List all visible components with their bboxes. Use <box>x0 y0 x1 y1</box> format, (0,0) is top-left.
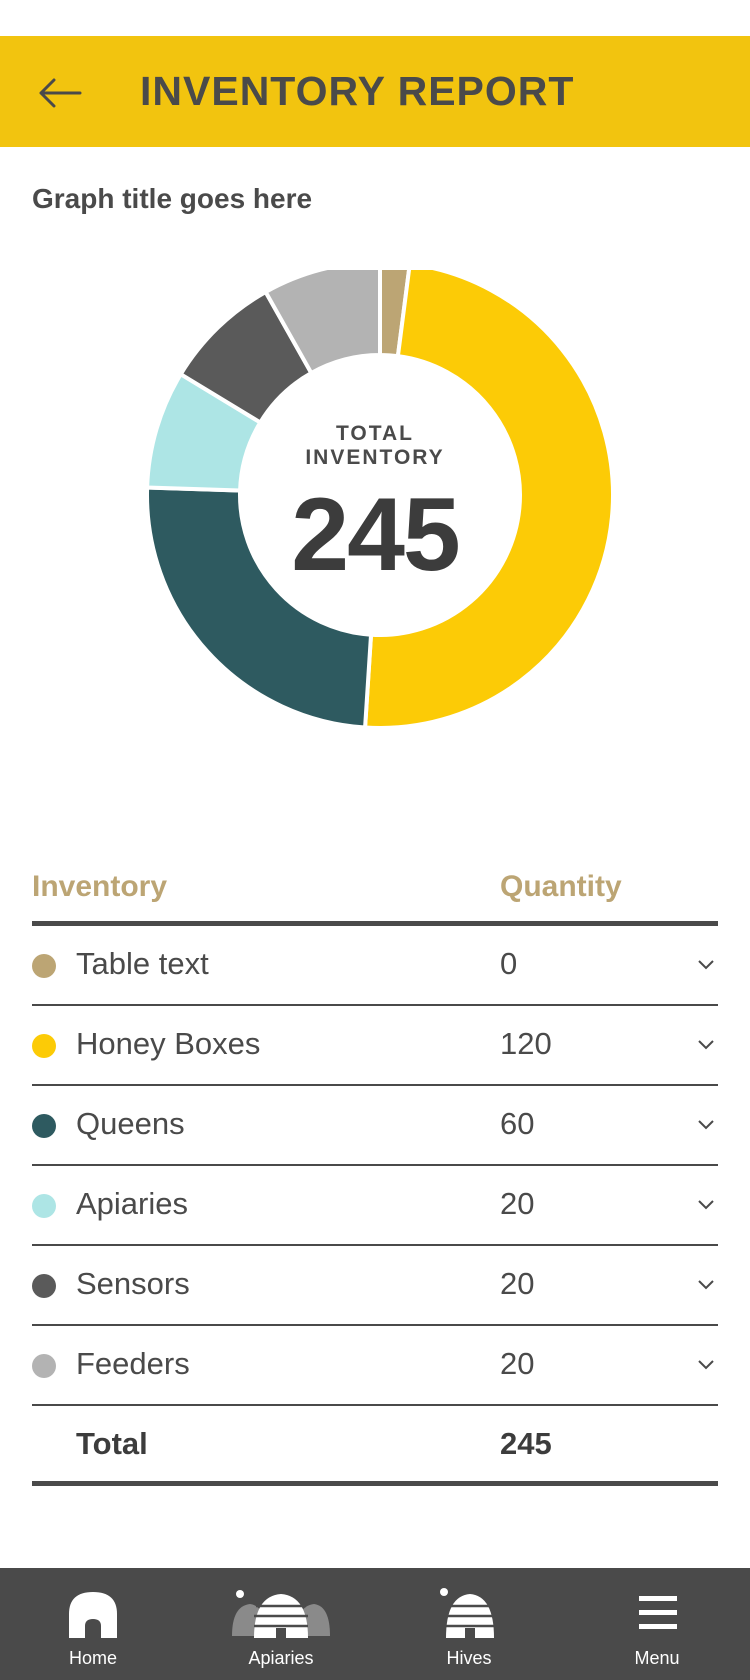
inventory-table: Inventory Quantity Table text 0 Honey Bo… <box>32 860 718 1486</box>
nav-home[interactable]: Home <box>18 1568 168 1680</box>
row-quantity: 60 <box>500 1106 535 1141</box>
legend-dot <box>32 1274 56 1298</box>
row-name: Feeders <box>76 1346 190 1381</box>
row-quantity: 0 <box>500 946 518 981</box>
header-inventory: Inventory <box>32 870 168 903</box>
nav-hives-label: Hives <box>446 1648 492 1668</box>
nav-apiaries-label: Apiaries <box>248 1648 314 1668</box>
chevron-down-icon[interactable] <box>694 1112 718 1136</box>
row-quantity: 20 <box>500 1186 535 1221</box>
table-row[interactable]: Table text 0 <box>32 926 718 1006</box>
nav-menu-label: Menu <box>634 1648 680 1668</box>
bottom-nav: Home Apiaries Hives Menu <box>0 1568 750 1680</box>
row-name: Table text <box>76 946 209 981</box>
total-label: Total <box>76 1426 148 1461</box>
table-row[interactable]: Honey Boxes 120 <box>32 1006 718 1086</box>
total-row: Total 245 <box>32 1406 718 1486</box>
chevron-down-icon[interactable] <box>694 1032 718 1056</box>
graph-title: Graph title goes here <box>32 183 313 214</box>
nav-home-label: Home <box>68 1648 117 1668</box>
donut-chart: TOTAL INVENTORY 245 <box>0 259 750 790</box>
nav-apiaries[interactable]: Apiaries <box>206 1568 356 1680</box>
arrow-left-icon <box>39 78 82 108</box>
header-quantity: Quantity <box>500 870 622 903</box>
legend-dot <box>32 1114 56 1138</box>
back-button[interactable] <box>30 68 90 118</box>
legend-dot <box>32 954 56 978</box>
nav-menu[interactable]: Menu <box>582 1568 732 1680</box>
table-row[interactable]: Sensors 20 <box>32 1246 718 1326</box>
row-name: Queens <box>76 1106 185 1141</box>
chevron-down-icon[interactable] <box>694 952 718 976</box>
row-quantity: 120 <box>500 1026 552 1061</box>
legend-dot <box>32 1034 56 1058</box>
row-quantity: 20 <box>500 1346 535 1381</box>
row-name: Honey Boxes <box>76 1026 261 1061</box>
table-header: Inventory Quantity <box>32 860 718 926</box>
table-row[interactable]: Apiaries 20 <box>32 1166 718 1246</box>
top-bar: INVENTORY REPORT <box>0 36 750 147</box>
table-row[interactable]: Queens 60 <box>32 1086 718 1166</box>
legend-dot <box>32 1354 56 1378</box>
table-row[interactable]: Feeders 20 <box>32 1326 718 1406</box>
row-quantity: 20 <box>500 1266 535 1301</box>
menu-icon <box>639 1596 677 1629</box>
hive-icon <box>440 1588 494 1638</box>
nav-hives[interactable]: Hives <box>394 1568 544 1680</box>
page-title: INVENTORY REPORT <box>140 68 575 114</box>
row-name: Apiaries <box>76 1186 188 1221</box>
chevron-down-icon[interactable] <box>694 1272 718 1296</box>
total-quantity: 245 <box>500 1426 552 1461</box>
total-label-line1: TOTAL <box>335 422 415 445</box>
row-name: Sensors <box>76 1266 190 1301</box>
chevron-down-icon[interactable] <box>694 1352 718 1376</box>
total-value: 245 <box>291 477 461 593</box>
total-label-line2: INVENTORY <box>305 446 445 469</box>
legend-dot <box>32 1194 56 1218</box>
home-icon <box>69 1592 117 1638</box>
apiaries-icon <box>232 1590 330 1638</box>
chevron-down-icon[interactable] <box>694 1192 718 1216</box>
